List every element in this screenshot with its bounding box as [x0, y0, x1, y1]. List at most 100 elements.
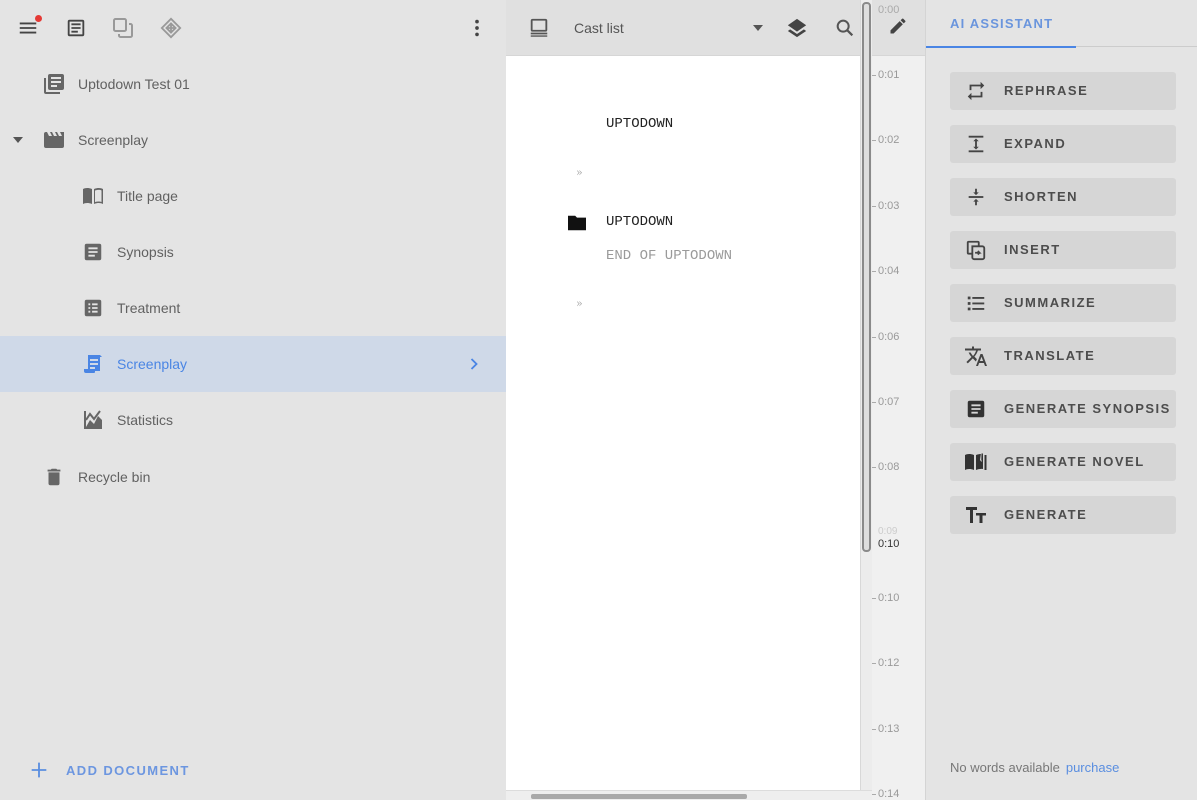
plus-icon	[31, 762, 47, 778]
button-label: EXPAND	[1004, 136, 1067, 151]
button-label: INSERT	[1004, 242, 1061, 257]
insert-button[interactable]: INSERT	[950, 231, 1176, 269]
timeline-tick: 0:13	[871, 723, 900, 735]
insert-icon	[964, 238, 988, 262]
translate-icon	[964, 344, 988, 368]
add-document-label: ADD DOCUMENT	[66, 762, 190, 778]
folder-heading[interactable]: UPTODOWN	[606, 214, 673, 230]
script-content[interactable]: UPTODOWN » UPTODOWN END OF UPTODOWN »	[506, 56, 862, 792]
tree-item-label: Uptodown Test 01	[78, 76, 190, 92]
book-edit-icon	[964, 450, 988, 474]
chevron-right-icon[interactable]	[464, 354, 484, 374]
scene-heading[interactable]: UPTODOWN	[606, 116, 673, 132]
timeline-current-time: 0:10	[878, 538, 900, 550]
timeline-tick: 0:07	[871, 396, 900, 408]
tree-item-label: Synopsis	[117, 244, 174, 260]
tree-item-synopsis[interactable]: Synopsis	[0, 224, 506, 280]
horizontal-scrollbar-thumb[interactable]	[531, 794, 747, 799]
text-size-icon	[964, 503, 988, 527]
button-label: SUMMARIZE	[1004, 295, 1097, 310]
button-label: TRANSLATE	[1004, 348, 1096, 363]
tree-item-statistics[interactable]: Statistics	[0, 392, 506, 448]
tree-item-recycle-bin[interactable]: Recycle bin	[0, 449, 506, 505]
cast-list-dropdown[interactable]: Cast list	[564, 12, 764, 44]
tree-item-screenplay-folder[interactable]: Screenplay	[0, 112, 506, 168]
shorten-button[interactable]: SHORTEN	[950, 178, 1176, 216]
view-mode-button[interactable]	[527, 16, 551, 40]
trash-icon	[42, 465, 66, 489]
app-window: Uptodown Test 01 Screenplay Title page S…	[0, 0, 1197, 800]
copy-button[interactable]	[109, 14, 137, 42]
word-credits-status: No words available purchase	[950, 760, 1119, 775]
timeline-tick: 0:09	[878, 526, 898, 537]
copy-icon	[113, 18, 133, 38]
timeline-ruler[interactable]: 0:00 0:01 0:02 0:03 0:04 0:06 0:07 0:08 …	[871, 0, 925, 800]
button-label: GENERATE	[1004, 507, 1088, 522]
vertical-scrollbar[interactable]	[860, 0, 872, 790]
horizontal-scrollbar[interactable]	[506, 790, 872, 800]
timeline-tick: 0:03	[871, 200, 900, 212]
words-status-text: No words available	[950, 760, 1060, 775]
timeline-tick: 0:10	[871, 592, 900, 604]
list-table-icon	[81, 296, 105, 320]
tree-item-label: Screenplay	[78, 132, 149, 148]
search-icon	[836, 19, 854, 37]
menu-button[interactable]	[14, 14, 42, 42]
more-vert-icon	[475, 19, 479, 37]
timeline-tick: 0:04	[871, 265, 900, 277]
expand-arrow-icon[interactable]	[12, 134, 24, 146]
document-view-button[interactable]	[62, 14, 90, 42]
clapperboard-icon	[42, 128, 66, 152]
tab-label: AI ASSISTANT	[950, 16, 1054, 31]
add-document-button[interactable]: ADD DOCUMENT	[28, 752, 190, 788]
tree-item-label: Title page	[117, 188, 178, 204]
more-options-button[interactable]	[463, 14, 491, 42]
vertical-scrollbar-thumb[interactable]	[862, 2, 871, 552]
generate-button[interactable]: GENERATE	[950, 496, 1176, 534]
tree-item-label: Screenplay	[117, 356, 188, 372]
tree-item-treatment[interactable]: Treatment	[0, 280, 506, 336]
timeline-tick: 0:06	[871, 331, 900, 343]
timeline-tick: 0:14	[871, 788, 900, 800]
tree-item-screenplay[interactable]: Screenplay	[0, 336, 506, 392]
script-icon	[81, 352, 105, 376]
expand-button[interactable]: EXPAND	[950, 125, 1176, 163]
sidebar-toolbar	[0, 0, 506, 56]
timeline-start: 0:00	[878, 4, 900, 16]
layers-button[interactable]	[785, 16, 809, 40]
generate-novel-button[interactable]: GENERATE NOVEL	[950, 443, 1176, 481]
compress-vertical-icon	[964, 185, 988, 209]
open-book-icon	[81, 184, 105, 208]
ai-tab-bar: AI ASSISTANT	[926, 0, 1197, 48]
script-editor: Cast list UPTODOWN » UPTODOWN END OF UPT…	[506, 0, 925, 800]
tab-ai-assistant[interactable]: AI ASSISTANT	[926, 0, 1076, 48]
expand-vertical-icon	[964, 132, 988, 156]
tree-item-title-page[interactable]: Title page	[0, 168, 506, 224]
pencil-icon[interactable]	[888, 16, 908, 36]
diamond-icon	[160, 17, 182, 39]
notification-dot	[35, 15, 42, 22]
project-sidebar: Uptodown Test 01 Screenplay Title page S…	[0, 0, 506, 800]
section-marker: »	[576, 166, 583, 179]
timeline-tick: 0:08	[871, 461, 900, 473]
article-icon	[81, 240, 105, 264]
tree-item-label: Statistics	[117, 412, 174, 428]
translate-button[interactable]: TRANSLATE	[950, 337, 1176, 375]
tree-item-project[interactable]: Uptodown Test 01	[0, 56, 506, 112]
dropdown-arrow-icon	[753, 25, 763, 31]
rephrase-button[interactable]: REPHRASE	[950, 72, 1176, 110]
button-label: REPHRASE	[1004, 83, 1089, 98]
structure-button[interactable]	[157, 14, 185, 42]
search-button[interactable]	[833, 16, 857, 40]
cast-list-value: Cast list	[574, 20, 624, 36]
layers-icon	[787, 18, 807, 38]
button-label: GENERATE SYNOPSIS	[1004, 401, 1171, 416]
button-label: SHORTEN	[1004, 189, 1079, 204]
purchase-link[interactable]: purchase	[1066, 760, 1119, 775]
summarize-button[interactable]: SUMMARIZE	[950, 284, 1176, 322]
library-books-icon	[42, 72, 66, 96]
generate-synopsis-button[interactable]: GENERATE SYNOPSIS	[950, 390, 1176, 428]
timeline-tick: 0:12	[871, 657, 900, 669]
folder-end: END OF UPTODOWN	[606, 248, 733, 264]
timeline-tick: 0:02	[871, 134, 900, 146]
